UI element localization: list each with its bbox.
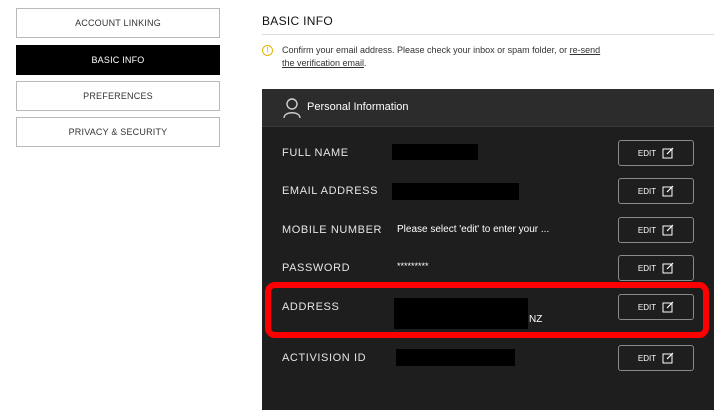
- mobile-number-value: Please select 'edit' to enter your ...: [397, 224, 550, 235]
- warning-icon: !: [262, 45, 273, 56]
- nav-label: BASIC INFO: [91, 55, 145, 65]
- activision-id-label: ACTIVISION ID: [282, 352, 367, 364]
- mobile-number-label: MOBILE NUMBER: [282, 224, 383, 236]
- full-name-label: FULL NAME: [282, 147, 349, 159]
- password-label: PASSWORD: [282, 262, 351, 274]
- edit-label: EDIT: [637, 353, 657, 363]
- edit-label: EDIT: [637, 186, 657, 196]
- email-value-redacted: [392, 183, 519, 200]
- address-highlight-box: [265, 282, 709, 338]
- title-divider: [262, 34, 714, 35]
- edit-label: EDIT: [637, 263, 657, 273]
- edit-icon: [662, 224, 674, 236]
- password-value: *********: [397, 261, 429, 271]
- edit-label: EDIT: [637, 148, 657, 158]
- nav-account-linking[interactable]: ACCOUNT LINKING: [16, 8, 220, 38]
- edit-full-name-button[interactable]: EDIT: [618, 140, 694, 166]
- notice-text: Confirm your email address. Please check…: [282, 44, 702, 70]
- edit-activision-id-button[interactable]: EDIT: [618, 345, 694, 371]
- edit-mobile-button[interactable]: EDIT: [618, 217, 694, 243]
- personal-info-panel: Personal Information FULL NAME EDIT EMAI…: [262, 89, 714, 410]
- nav-label: PRIVACY & SECURITY: [68, 127, 168, 137]
- notice-end: .: [364, 58, 367, 68]
- edit-icon: [662, 262, 674, 274]
- notice-message: Confirm your email address. Please check…: [282, 45, 568, 55]
- nav-basic-info[interactable]: BASIC INFO: [16, 45, 220, 75]
- full-name-value-redacted: [392, 144, 478, 160]
- verification-email-link[interactable]: the verification email: [282, 58, 364, 68]
- edit-password-button[interactable]: EDIT: [618, 255, 694, 281]
- activision-id-value-redacted: [396, 349, 515, 366]
- edit-icon: [662, 352, 674, 364]
- person-icon: [283, 98, 301, 119]
- edit-icon: [662, 147, 674, 159]
- page-title: BASIC INFO: [262, 14, 334, 28]
- nav-privacy-security[interactable]: PRIVACY & SECURITY: [16, 117, 220, 147]
- edit-email-button[interactable]: EDIT: [618, 178, 694, 204]
- edit-label: EDIT: [637, 225, 657, 235]
- panel-header: Personal Information: [262, 89, 714, 127]
- nav-preferences[interactable]: PREFERENCES: [16, 81, 220, 111]
- panel-title: Personal Information: [307, 101, 409, 113]
- nav-label: PREFERENCES: [83, 91, 153, 101]
- nav-label: ACCOUNT LINKING: [75, 18, 161, 28]
- edit-icon: [662, 185, 674, 197]
- resend-link[interactable]: re-send: [570, 45, 601, 55]
- email-address-label: EMAIL ADDRESS: [282, 185, 379, 197]
